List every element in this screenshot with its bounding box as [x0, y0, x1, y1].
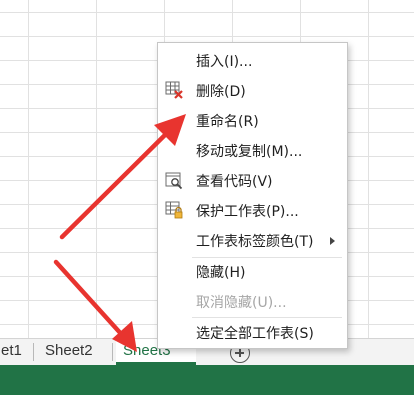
menu-item-rename[interactable]: 重命名(R)	[158, 106, 347, 136]
tab-separator	[112, 343, 113, 361]
menu-item-label: 查看代码(V)	[196, 174, 273, 190]
grid-column-line	[368, 0, 369, 338]
menu-item-label: 重命名(R)	[196, 114, 259, 130]
menu-item-label: 插入(I)...	[196, 54, 253, 70]
menu-item-hide[interactable]: 隐藏(H)	[158, 257, 347, 287]
menu-item-tab-color[interactable]: 工作表标签颜色(T)	[158, 226, 347, 256]
delete-sheet-icon	[165, 81, 184, 100]
grid-row-line	[0, 36, 414, 37]
tab-separator	[33, 343, 34, 361]
grid-row-line	[0, 12, 414, 13]
sheet-tab-sheet1[interactable]: et1	[0, 339, 29, 365]
status-bar	[0, 365, 414, 395]
menu-item-label: 取消隐藏(U)...	[196, 295, 287, 311]
menu-item-label: 删除(D)	[196, 84, 246, 100]
view-code-icon	[165, 171, 184, 190]
grid-column-line	[28, 0, 29, 338]
menu-item-label: 移动或复制(M)...	[196, 144, 303, 160]
menu-item-view-code[interactable]: 查看代码(V)	[158, 166, 347, 196]
menu-item-unhide: 取消隐藏(U)...	[158, 287, 347, 317]
menu-item-label: 选定全部工作表(S)	[196, 326, 314, 342]
sheet-context-menu: 插入(I)... 删除(D) 重命名(R) 移动或复制(M)... 查看代码(V…	[157, 42, 348, 349]
grid-column-line	[96, 0, 97, 338]
menu-item-label: 隐藏(H)	[196, 265, 246, 281]
menu-item-protect-sheet[interactable]: 保护工作表(P)...	[158, 196, 347, 226]
menu-item-insert[interactable]: 插入(I)...	[158, 46, 347, 76]
menu-item-select-all-sheets[interactable]: 选定全部工作表(S)	[158, 318, 347, 348]
menu-item-label: 工作表标签颜色(T)	[196, 234, 314, 250]
menu-item-move-copy[interactable]: 移动或复制(M)...	[158, 136, 347, 166]
submenu-arrow-icon	[330, 237, 335, 245]
menu-item-delete[interactable]: 删除(D)	[158, 76, 347, 106]
protect-sheet-icon	[165, 201, 184, 220]
sheet-tab-sheet2[interactable]: Sheet2	[38, 339, 100, 365]
menu-item-label: 保护工作表(P)...	[196, 204, 299, 220]
